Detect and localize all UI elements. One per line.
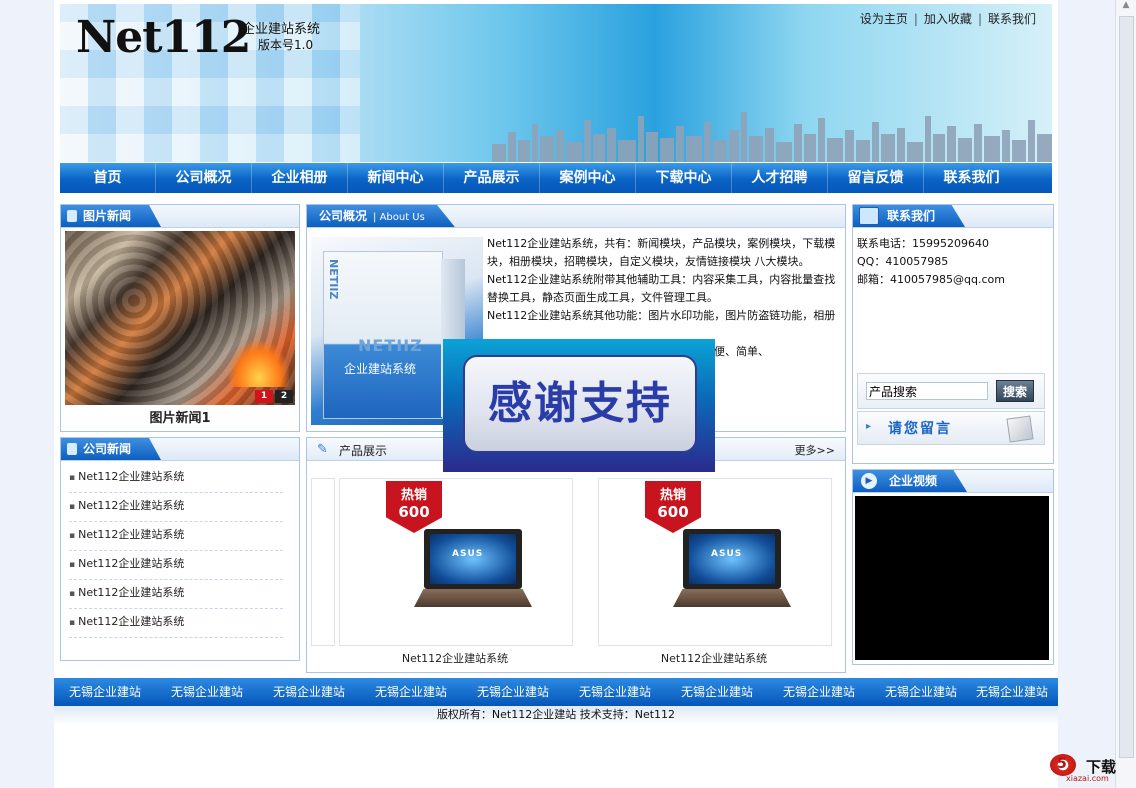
scrollbar-thumb[interactable] bbox=[1119, 16, 1134, 758]
contact-panel: 联系我们 联系电话：15995209640 QQ：410057985 邮箱：41… bbox=[852, 204, 1054, 464]
footer-link[interactable]: 无锡企业建站 bbox=[258, 678, 360, 706]
footer-link[interactable]: 无锡企业建站 bbox=[972, 678, 1052, 706]
pen-icon bbox=[1006, 415, 1034, 443]
top-links: 设为主页 | 加入收藏 | 联系我们 bbox=[859, 12, 1036, 26]
contact-qq: QQ：410057985 bbox=[857, 255, 949, 268]
about-title: 公司概况 | About Us bbox=[307, 205, 455, 227]
leave-message-button[interactable]: ▸ 请您留言 bbox=[857, 411, 1045, 445]
footer-link-bar: 无锡企业建站 无锡企业建站 无锡企业建站 无锡企业建站 无锡企业建站 无锡企业建… bbox=[54, 678, 1058, 706]
products-panel: ✎ 产品展示 更多>> 热销 600 ASUS Net112企业建站系统 热销 60… bbox=[306, 437, 846, 673]
products-title: 产品展示 bbox=[339, 444, 388, 458]
product-section-icon: ✎ bbox=[317, 442, 328, 457]
city-skyline-image bbox=[492, 112, 1052, 162]
product-spine-text: NETIIZ bbox=[327, 259, 340, 300]
panel-icon bbox=[67, 443, 77, 455]
thanks-overlay: 感谢支持 bbox=[443, 339, 715, 472]
header-banner: Net112 企业建站系统 版本号1.0 设为主页 | 加入收藏 | 联系我们 bbox=[60, 4, 1052, 162]
list-item[interactable]: Net112企业建站系统 bbox=[69, 609, 283, 638]
product-search-box: 搜索 bbox=[857, 373, 1045, 409]
laptop-image: ASUS bbox=[673, 529, 791, 611]
nav-home[interactable]: 首页 bbox=[60, 163, 156, 193]
panel-icon bbox=[67, 210, 77, 222]
product-name[interactable]: Net112企业建站系统 bbox=[339, 650, 571, 666]
contact-email: 邮箱：410057985@qq.com bbox=[857, 273, 1005, 286]
product-name[interactable]: Net112企业建站系统 bbox=[598, 650, 830, 666]
add-favorite-link[interactable]: 加入收藏 bbox=[924, 12, 972, 26]
play-icon: ▶ bbox=[861, 473, 877, 489]
footer-link[interactable]: 无锡企业建站 bbox=[462, 678, 564, 706]
arrow-icon: ▸ bbox=[866, 421, 872, 432]
about-paragraph: Net112企业建站系统附带其他辅助工具：内容采集工具，内容批量查找替换工具，静… bbox=[487, 273, 836, 304]
contact-info: 联系电话：15995209640 QQ：410057985 邮箱：4100579… bbox=[857, 235, 1005, 289]
list-item[interactable]: Net112企业建站系统 bbox=[69, 464, 283, 493]
contact-phone: 联系电话：15995209640 bbox=[857, 237, 989, 250]
footer-link[interactable]: 无锡企业建站 bbox=[666, 678, 768, 706]
nav-jobs[interactable]: 人才招聘 bbox=[732, 163, 828, 193]
product-card[interactable]: 热销 600 ASUS bbox=[339, 478, 573, 646]
list-item[interactable]: Net112企业建站系统 bbox=[69, 493, 283, 522]
set-homepage-link[interactable]: 设为主页 bbox=[860, 12, 908, 26]
copyright-text: 版权所有：Net112企业建站 技术支持：Net112 bbox=[54, 706, 1058, 726]
company-news-list: Net112企业建站系统 Net112企业建站系统 Net112企业建站系统 N… bbox=[61, 464, 283, 638]
news-photo[interactable]: 1 2 bbox=[65, 231, 295, 405]
nav-feedback[interactable]: 留言反馈 bbox=[828, 163, 924, 193]
contact-title: 联系我们 bbox=[853, 205, 966, 227]
carousel-left-edge bbox=[311, 478, 335, 646]
nav-album[interactable]: 企业相册 bbox=[252, 163, 348, 193]
product-card[interactable]: 热销 600 ASUS bbox=[598, 478, 832, 646]
list-item[interactable]: Net112企业建站系统 bbox=[69, 522, 283, 551]
list-item[interactable]: Net112企业建站系统 bbox=[69, 551, 283, 580]
pager-button-1[interactable]: 1 bbox=[255, 390, 273, 403]
picture-news-caption[interactable]: 图片新闻1 bbox=[61, 407, 299, 426]
footer-link[interactable]: 无锡企业建站 bbox=[564, 678, 666, 706]
a5-watermark: 5 下载 xiazai.com bbox=[1050, 752, 1130, 784]
main-nav: 首页 公司概况 企业相册 新闻中心 产品展示 案例中心 下载中心 人才招聘 留言… bbox=[60, 163, 1052, 193]
a5-url: xiazai.com bbox=[1066, 774, 1109, 783]
nav-company[interactable]: 公司概况 bbox=[156, 163, 252, 193]
hot-badge: 热销 600 bbox=[645, 481, 701, 533]
nav-contact[interactable]: 联系我们 bbox=[924, 163, 1019, 193]
contact-icon bbox=[859, 207, 879, 225]
footer-link[interactable]: 无锡企业建站 bbox=[360, 678, 462, 706]
list-item[interactable]: Net112企业建站系统 bbox=[69, 580, 283, 609]
about-paragraph: Net112企业建站系统其他功能：图片水印功能，图片防盗链功能，相册 bbox=[487, 309, 836, 322]
video-player[interactable] bbox=[855, 496, 1049, 660]
more-products-link[interactable]: 更多>> bbox=[795, 442, 835, 458]
picture-news-panel: 图片新闻 1 2 图片新闻1 bbox=[60, 204, 300, 432]
scrollbar[interactable]: ▲ bbox=[1115, 0, 1136, 788]
a5-brand: 5 bbox=[1057, 756, 1067, 772]
product-search-input[interactable] bbox=[866, 382, 988, 400]
company-news-panel: 公司新闻 Net112企业建站系统 Net112企业建站系统 Net112企业建… bbox=[60, 437, 300, 661]
nav-cases[interactable]: 案例中心 bbox=[540, 163, 636, 193]
site-logo[interactable]: Net112 bbox=[76, 12, 251, 63]
video-title: ▶ 企业视频 bbox=[853, 470, 968, 492]
version-label: 版本号1.0 bbox=[258, 38, 314, 52]
nav-news[interactable]: 新闻中心 bbox=[348, 163, 444, 193]
about-paragraph: Net112企业建站系统，共有：新闻模块，产品模块，案例模块，下载模块，相册模块… bbox=[487, 237, 836, 268]
footer-link[interactable]: 无锡企业建站 bbox=[54, 678, 156, 706]
thanks-text: 感谢支持 bbox=[488, 378, 672, 429]
product-brand-text: NETIIZ bbox=[358, 336, 423, 355]
logo-subtitle: 企业建站系统 bbox=[242, 22, 321, 37]
search-button[interactable]: 搜索 bbox=[996, 380, 1034, 402]
contact-us-link[interactable]: 联系我们 bbox=[988, 12, 1036, 26]
video-panel: ▶ 企业视频 bbox=[852, 469, 1054, 665]
picture-news-title: 图片新闻 bbox=[61, 205, 162, 227]
footer-link[interactable]: 无锡企业建站 bbox=[870, 678, 972, 706]
nav-products[interactable]: 产品展示 bbox=[444, 163, 540, 193]
pager-button-2[interactable]: 2 bbox=[275, 390, 293, 403]
hot-badge: 热销 600 bbox=[386, 481, 442, 533]
nav-downloads[interactable]: 下载中心 bbox=[636, 163, 732, 193]
footer-link[interactable]: 无锡企业建站 bbox=[768, 678, 870, 706]
footer-link[interactable]: 无锡企业建站 bbox=[156, 678, 258, 706]
company-news-title: 公司新闻 bbox=[61, 438, 162, 460]
product-sub-text: 企业建站系统 bbox=[344, 362, 417, 376]
scroll-up-arrow-icon[interactable]: ▲ bbox=[1119, 0, 1133, 16]
laptop-image: ASUS bbox=[414, 529, 532, 611]
slideshow-pager: 1 2 bbox=[255, 390, 293, 403]
